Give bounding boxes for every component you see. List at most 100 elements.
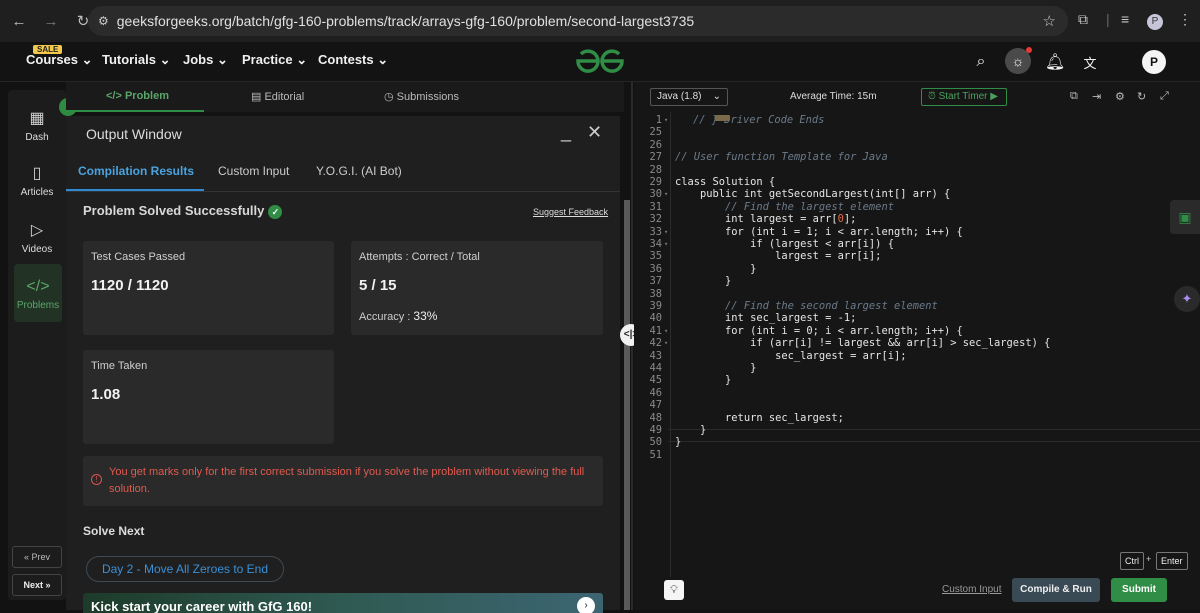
bell-icon[interactable]: 🔔︎ (1043, 50, 1067, 74)
next-button[interactable]: Next » (12, 574, 62, 596)
panel-divider (631, 82, 633, 610)
shortcut-plus: + (1146, 554, 1152, 564)
nav-tutorials[interactable]: Tutorials ⌄ (102, 52, 170, 68)
editor-footer: 💡︎ Custom Input Compile & Run Submit (634, 577, 1200, 610)
tab-custom-input[interactable]: Custom Input (218, 164, 289, 178)
tab-editorial[interactable]: ▤ Editorial (251, 90, 304, 103)
nav-practice[interactable]: Practice ⌄ (242, 52, 307, 68)
warning-text: You get marks only for the first correct… (109, 466, 585, 495)
sidebar-item-videos[interactable]: ▷ Videos (8, 220, 66, 255)
line-number: 41 (649, 324, 662, 337)
line-number: 45 (649, 374, 662, 387)
browser-menu-icon[interactable]: ⋮ (1178, 11, 1192, 28)
bookmark-star-icon[interactable]: ☆ (1043, 12, 1056, 30)
line-number: 30 (649, 188, 662, 201)
video-icon: ▷ (30, 222, 44, 239)
reset-icon[interactable]: ↻ (1137, 90, 1146, 103)
nav-jobs[interactable]: Jobs ⌄ (183, 52, 228, 68)
tab-submissions[interactable]: ◷ Submissions (384, 90, 459, 103)
line-number: 51 (649, 448, 662, 461)
sidebar-item-problems[interactable]: </> Problems (14, 264, 62, 322)
settings-icon[interactable]: ⚙ (1115, 90, 1125, 103)
gfg-logo[interactable] (572, 46, 628, 76)
language-select[interactable]: Java (1.8) ⌄ (650, 88, 728, 106)
folded-region-marker[interactable] (715, 115, 730, 121)
minimize-icon[interactable]: _ (561, 122, 571, 143)
custom-input-link[interactable]: Custom Input (942, 584, 1001, 595)
code-line: int largest = arr[0]; (675, 213, 857, 226)
promo-banner[interactable]: Kick start your career with GfG 160! › (83, 593, 603, 613)
attempts-value: 5 / 15 (359, 277, 397, 294)
chevron-down-icon: ⌄ (81, 52, 93, 67)
next-problem-link[interactable]: Day 2 - Move All Zeroes to End (86, 556, 284, 582)
code-line: } (675, 436, 682, 449)
fold-arrow-icon[interactable]: ▾ (664, 190, 668, 198)
browser-toolbar: ← → ↻ ⚙ geeksforgeeks.org/batch/gfg-160-… (0, 0, 1200, 42)
compile-run-button[interactable]: Compile & Run (1012, 578, 1100, 602)
nav-contests[interactable]: Contests ⌄ (318, 52, 388, 68)
tab-compilation-results[interactable]: Compilation Results (78, 164, 194, 178)
result-status-text: Problem Solved Successfully (83, 203, 265, 218)
chat-icon[interactable]: ▣ (1170, 200, 1200, 234)
nav-courses[interactable]: Courses ⌄ (26, 52, 93, 68)
copy-icon[interactable]: ⧉ (1070, 90, 1078, 103)
sparkle-icon-glyph: ✦ (1181, 291, 1193, 306)
search-icon[interactable]: ⌕ (969, 50, 993, 74)
output-scrollbar[interactable] (624, 200, 630, 610)
suggest-feedback-link[interactable]: Suggest Feedback (533, 207, 608, 217)
user-avatar[interactable]: P (1142, 50, 1166, 74)
book-icon: ▯ (32, 165, 42, 182)
line-number: 39 (649, 300, 662, 312)
test-cases-label: Test Cases Passed (91, 251, 186, 263)
sidebar-item-articles[interactable]: ▯ Articles (8, 163, 66, 198)
play-icon: ▶ (990, 91, 998, 102)
lightbulb-icon[interactable]: 💡︎ (664, 580, 684, 600)
code-line: sec_largest = arr[i]; (675, 349, 907, 362)
arrow-right-icon[interactable]: › (577, 597, 595, 613)
close-icon[interactable]: ✕ (587, 122, 602, 143)
fold-arrow-icon[interactable]: ▾ (664, 339, 668, 347)
export-icon[interactable]: ⇥ (1092, 90, 1101, 103)
start-timer-button[interactable]: ⏰︎ Start Timer ▶ (921, 88, 1007, 106)
tab-problem[interactable]: </> Problem (106, 90, 169, 102)
tab-label: Editorial (264, 91, 305, 103)
browser-profile-avatar[interactable]: P (1147, 14, 1163, 30)
editor-toolbar: Java (1.8) ⌄ Average Time: 15m ⏰︎ Start … (634, 82, 1200, 112)
notification-dot (1026, 47, 1032, 53)
sidebar-item-dash[interactable]: ▦ Dash (8, 108, 66, 143)
dashboard-icon: ▦ (29, 110, 45, 127)
nav-jobs-label: Jobs (183, 52, 214, 67)
site-info-icon[interactable]: ⚙ (98, 14, 109, 28)
current-line-highlight (668, 429, 1200, 442)
line-number: 40 (649, 312, 662, 325)
submit-button[interactable]: Submit (1111, 578, 1167, 602)
line-number: 31 (649, 200, 662, 213)
accuracy-value: 33% (413, 309, 438, 323)
address-bar[interactable]: ⚙ geeksforgeeks.org/batch/gfg-160-proble… (88, 6, 1068, 36)
translate-icon[interactable]: 文 (1078, 50, 1102, 74)
fold-arrow-icon[interactable]: ▾ (664, 116, 668, 124)
fullscreen-icon[interactable]: ⤢ (1160, 90, 1169, 103)
prev-button[interactable]: « Prev (12, 546, 62, 568)
ai-sparkle-icon[interactable]: ✦ (1174, 286, 1200, 312)
back-icon[interactable]: ← (6, 8, 32, 34)
sidebar-item-label: Articles (20, 187, 54, 198)
fold-arrow-icon[interactable]: ▾ (664, 327, 668, 335)
code-line: largest = arr[i]; (675, 250, 882, 263)
fold-arrow-icon[interactable]: ▾ (664, 240, 668, 248)
line-number: 38 (649, 287, 662, 300)
extensions-icon[interactable]: ⧉ (1078, 11, 1088, 28)
code-area[interactable]: 1 ▾// } Driver Code Ends 25 26 27// User fun… (634, 112, 1200, 512)
media-control-icon[interactable]: ≡ (1121, 11, 1129, 27)
chevron-down-icon: ⌄ (296, 52, 308, 67)
forward-icon[interactable]: → (38, 8, 64, 34)
code-line: } (675, 275, 732, 288)
code-line: // Find the second largest element (675, 300, 938, 312)
tab-yogi-ai-bot[interactable]: Y.O.G.I. (AI Bot) (316, 164, 402, 178)
site-header: SALE Courses ⌄ Tutorials ⌄ Jobs ⌄ Practi… (0, 42, 1200, 82)
clock-icon: ◷ (384, 91, 394, 103)
fold-arrow-icon[interactable]: ▾ (664, 228, 668, 236)
code-line: // User function Template for Java (675, 151, 888, 164)
sidebar-item-label: Videos (21, 244, 53, 255)
